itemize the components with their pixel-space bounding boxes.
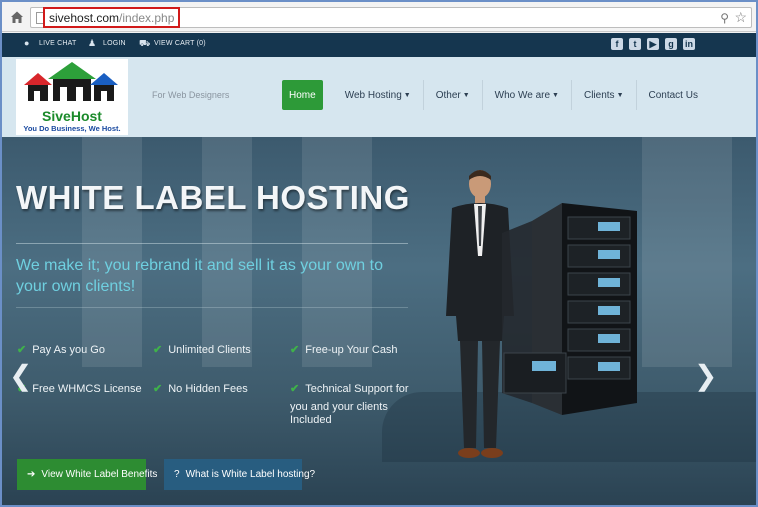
caret-down-icon: ▼ xyxy=(616,91,624,99)
nav-who-we-are[interactable]: Who We are ▼ xyxy=(483,80,572,110)
browser-toolbar: sivehost.com/index.php ⚲ ☆ xyxy=(2,2,756,32)
feature-item: ✔ No Hidden Fees xyxy=(153,383,248,395)
site-tagline: For Web Designers xyxy=(152,90,230,100)
view-cart-label: VIEW CART (0) xyxy=(154,40,206,47)
nav-home[interactable]: Home xyxy=(282,80,323,110)
check-icon: ✔ xyxy=(153,383,163,395)
address-bar[interactable]: sivehost.com/index.php ⚲ ☆ xyxy=(30,7,752,28)
cart-icon: ⛟ xyxy=(139,38,151,48)
slider-next-arrow[interactable]: ❯ xyxy=(694,359,717,392)
live-chat-link[interactable]: ● LIVE CHAT xyxy=(24,39,76,48)
question-circle-icon: ? xyxy=(174,469,180,480)
caret-down-icon: ▼ xyxy=(552,91,559,99)
linkedin-icon[interactable]: in xyxy=(683,38,695,50)
nav-other[interactable]: Other ▼ xyxy=(424,80,483,110)
check-icon: ✔ xyxy=(17,344,27,356)
login-link[interactable]: ♟ LOGIN xyxy=(88,39,126,48)
nav-contact-us[interactable]: Contact Us xyxy=(637,80,710,110)
user-icon: ♟ xyxy=(88,38,97,48)
feature-item: ✔ Free WHMCS License xyxy=(17,383,142,395)
view-benefits-button[interactable]: ➔ View White Label Benefits xyxy=(17,459,157,490)
hero-subtitle: We make it; you rebrand it and sell it a… xyxy=(16,257,383,295)
login-label: LOGIN xyxy=(103,40,126,47)
nav-clients[interactable]: Clients ▼ xyxy=(572,80,637,110)
browser-window: sivehost.com/index.php ⚲ ☆ ● LIVE CHAT ♟… xyxy=(0,0,758,507)
background-window xyxy=(82,137,142,367)
caret-down-icon: ▼ xyxy=(403,91,411,99)
logo-title: SiveHost xyxy=(42,108,102,124)
what-is-white-label-button[interactable]: ? What is White Label hosting? xyxy=(164,459,315,490)
feature-item: ✔ Technical Support for xyxy=(290,383,409,395)
main-nav: Home Web Hosting ▼ Other ▼ Who We are ▼ Cli… xyxy=(282,80,710,110)
background-window xyxy=(202,137,252,367)
background-window xyxy=(642,137,732,367)
slider-prev-arrow[interactable]: ❮ xyxy=(9,359,32,392)
google-plus-icon[interactable]: g xyxy=(665,38,677,50)
key-icon[interactable]: ⚲ xyxy=(720,11,729,25)
check-icon: ✔ xyxy=(153,344,163,356)
hero-slider: WHITE LABEL HOSTING We make it; you rebr… xyxy=(2,137,756,505)
nav-web-hosting[interactable]: Web Hosting ▼ xyxy=(333,80,424,110)
feature-item: ✔ Unlimited Clients xyxy=(153,344,251,356)
caret-down-icon: ▼ xyxy=(462,91,470,99)
bookmark-star-icon[interactable]: ☆ xyxy=(734,9,747,26)
divider xyxy=(16,307,408,308)
view-cart-link[interactable]: ⛟ VIEW CART (0) xyxy=(139,39,206,48)
logo-tagline: You Do Business, We Host. xyxy=(23,124,121,133)
live-chat-label: LIVE CHAT xyxy=(39,40,77,47)
arrow-right-circle-icon: ➔ xyxy=(27,469,36,480)
check-icon: ✔ xyxy=(290,383,300,395)
check-icon: ✔ xyxy=(290,344,300,356)
site-logo[interactable]: SiveHost You Do Business, We Host. xyxy=(16,59,128,135)
background-window xyxy=(302,137,372,367)
feature-item: ✔ Pay As you Go xyxy=(17,344,105,356)
houses-logo-icon xyxy=(24,62,118,101)
site-header: SiveHost You Do Business, We Host. For W… xyxy=(2,57,756,137)
facebook-icon[interactable]: f xyxy=(611,38,623,50)
chat-bubble-icon: ● xyxy=(24,38,30,48)
url-path: /index.php xyxy=(119,10,175,25)
divider xyxy=(16,243,408,244)
feature-item: ✔ Free-up Your Cash xyxy=(290,344,398,356)
url-highlight[interactable]: sivehost.com/index.php xyxy=(43,7,181,28)
top-strip: ● LIVE CHAT ♟ LOGIN ⛟ VIEW CART (0) f t … xyxy=(2,33,756,57)
youtube-icon[interactable]: ▶ xyxy=(647,38,659,50)
home-icon[interactable] xyxy=(10,10,24,24)
feature-item-continued: you and your clients Included xyxy=(290,401,388,426)
twitter-icon[interactable]: t xyxy=(629,38,641,50)
server-rack-image xyxy=(502,203,637,415)
hero-title: WHITE LABEL HOSTING xyxy=(16,179,410,216)
url-host: sivehost.com xyxy=(49,10,120,25)
